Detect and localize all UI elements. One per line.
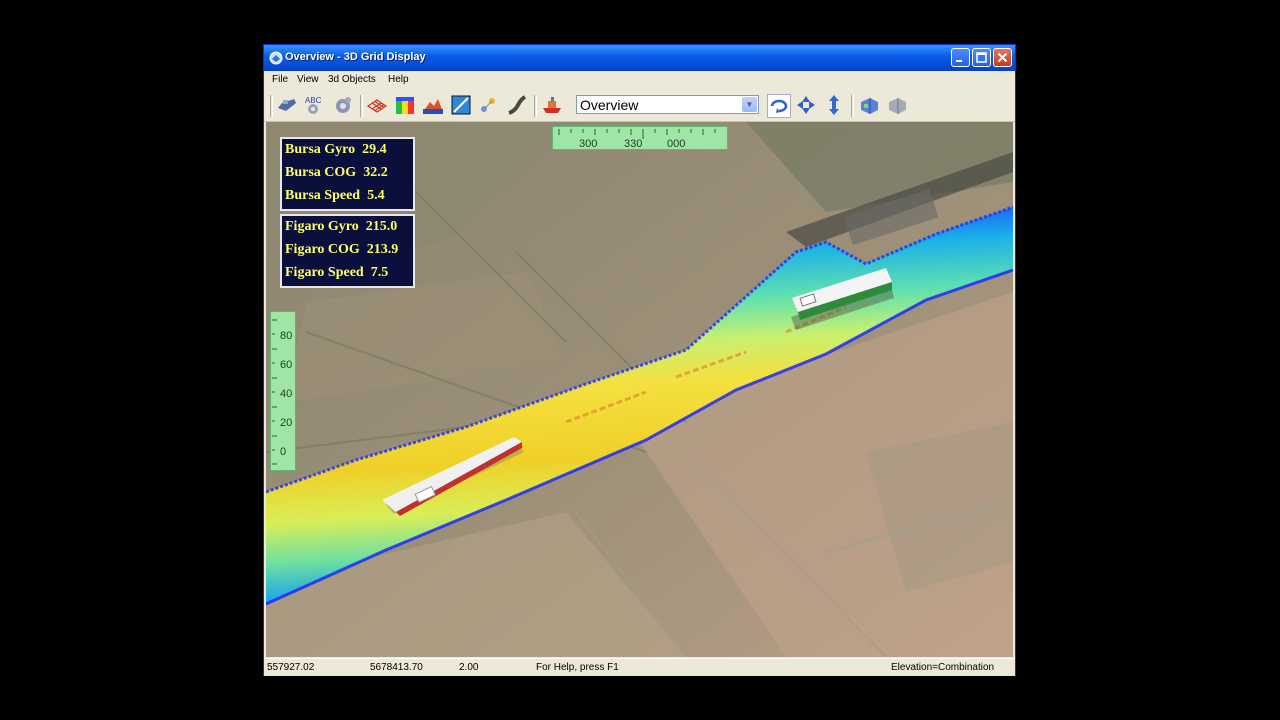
contour-icon[interactable]	[450, 94, 472, 116]
grid-mesh-icon[interactable]	[366, 94, 388, 116]
minimize-button[interactable]	[951, 48, 970, 67]
menu-file[interactable]: File	[272, 74, 288, 85]
abc-text-icon[interactable]: ABC	[304, 94, 326, 116]
vessel-icon[interactable]	[541, 94, 563, 116]
status-x-coordinate: 557927.02	[267, 662, 315, 673]
toolbar-separator	[851, 95, 854, 117]
hud-figaro-gyro: Figaro Gyro 215.0	[285, 219, 398, 234]
ship-blue-icon[interactable]	[858, 94, 880, 116]
maximize-icon	[976, 52, 987, 63]
zoom-vertical-icon[interactable]	[823, 94, 845, 116]
menu-help[interactable]: Help	[388, 74, 409, 85]
hud-figaro-speed: Figaro Speed 7.5	[285, 265, 389, 280]
view-select[interactable]: Overview ▼	[576, 95, 759, 114]
hud-figaro-cog: Figaro COG 213.9	[285, 242, 399, 257]
points-icon[interactable]	[478, 94, 500, 116]
pipeline-icon[interactable]	[506, 94, 528, 116]
app-icon	[269, 51, 283, 65]
maximize-button[interactable]	[972, 48, 991, 67]
close-icon	[997, 52, 1008, 63]
pan-icon[interactable]	[795, 94, 817, 116]
depth-label: 80	[280, 330, 293, 342]
hud-bursa-gyro: Bursa Gyro 29.4	[285, 142, 387, 157]
depth-label: 60	[280, 359, 293, 371]
hud-bursa-panel: Bursa Gyro 29.4 Bursa COG 32.2 Bursa Spe…	[280, 137, 415, 211]
status-scale: 2.00	[459, 662, 479, 673]
gears-icon[interactable]	[332, 94, 354, 116]
hud-bursa-cog: Bursa COG 32.2	[285, 165, 388, 180]
menu-3d-objects[interactable]: 3d Objects	[328, 74, 376, 85]
minimize-icon	[956, 60, 962, 62]
app-window: Overview - 3D Grid Display File View 3d …	[263, 44, 1016, 676]
menu-bar: File View 3d Objects Help	[264, 71, 1015, 89]
depth-ticks	[272, 319, 277, 465]
title-bar[interactable]: Overview - 3D Grid Display	[264, 45, 1015, 71]
chevron-down-icon[interactable]: ▼	[742, 97, 757, 112]
toolbar-grip	[270, 95, 273, 117]
compass-scale: 300 330 000	[552, 126, 728, 150]
depth-label: 0	[280, 446, 287, 458]
status-bar: 557927.02 5678413.70 2.00 For Help, pres…	[264, 658, 1015, 676]
rotate-icon[interactable]	[767, 94, 791, 118]
toolbar-separator	[360, 95, 363, 117]
hud-figaro-panel: Figaro Gyro 215.0 Figaro COG 213.9 Figar…	[280, 214, 415, 288]
menu-view[interactable]: View	[297, 74, 319, 85]
toolbar-separator	[534, 95, 537, 117]
depth-scale: 80 60 40 20 0	[270, 311, 296, 471]
depth-label: 20	[280, 417, 293, 429]
ship-gray-icon[interactable]	[886, 94, 908, 116]
hud-bursa-speed: Bursa Speed 5.4	[285, 188, 385, 203]
status-y-coordinate: 5678413.70	[370, 662, 423, 673]
status-mode: Elevation=Combination	[891, 662, 995, 673]
color-grid-icon[interactable]	[394, 94, 416, 116]
compass-label: 300	[579, 138, 598, 150]
3d-viewport[interactable]: Bursa Gyro 29.4 Bursa COG 32.2 Bursa Spe…	[266, 122, 1013, 657]
view-select-value: Overview	[580, 97, 639, 113]
status-help: For Help, press F1	[536, 662, 619, 673]
terrain-icon[interactable]	[422, 94, 444, 116]
window-title: Overview - 3D Grid Display	[285, 51, 426, 63]
svg-text:ABC: ABC	[305, 96, 322, 105]
toolbar: ABC Overview ▼	[264, 89, 1015, 122]
compass-label: 330	[624, 138, 643, 150]
depth-label: 40	[280, 388, 293, 400]
close-button[interactable]	[993, 48, 1012, 67]
compass-label: 000	[667, 138, 686, 150]
ship-icon[interactable]	[276, 94, 298, 116]
